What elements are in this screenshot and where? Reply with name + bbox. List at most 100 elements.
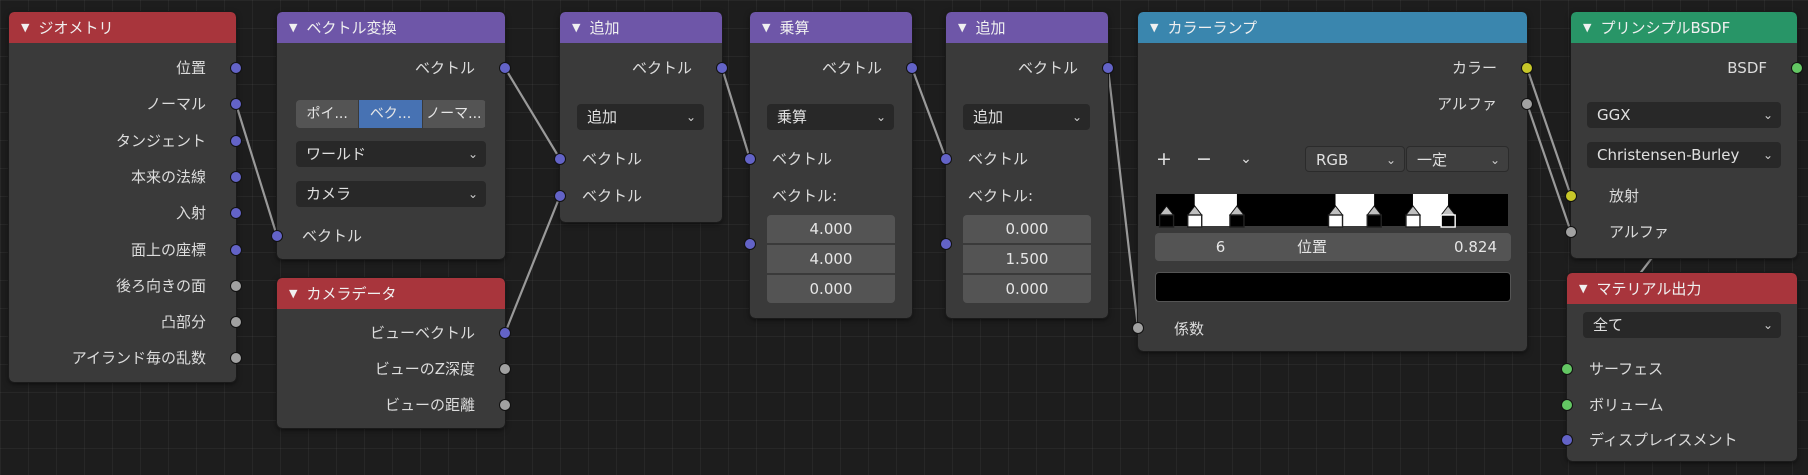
vector-multiply-node[interactable]: ▼ 乗算 ベクトル 乗算 ⌄ ベクトル ベクトル: 4.000 4.000 0.… <box>749 11 913 319</box>
alpha-output-socket[interactable] <box>1521 98 1533 110</box>
surface-input-socket[interactable] <box>1561 363 1573 375</box>
true-normal-socket[interactable] <box>230 171 242 183</box>
collapse-icon[interactable]: ▼ <box>289 21 297 34</box>
vector-output-socket[interactable] <box>1102 62 1114 74</box>
collapse-icon[interactable]: ▼ <box>1579 282 1587 295</box>
convert-from-dropdown[interactable]: ワールド ⌄ <box>296 141 486 167</box>
geometry-node-header[interactable]: ▼ ジオメトリ <box>9 12 236 43</box>
add-node-header[interactable]: ▼ 追加 <box>560 12 722 43</box>
material-output-node[interactable]: ▼ マテリアル出力 全て ⌄ サーフェス ボリューム ディスプレイスメント <box>1566 272 1798 462</box>
normal-socket[interactable] <box>230 98 242 110</box>
alpha-input-socket[interactable] <box>1565 226 1577 238</box>
vector-y-field[interactable]: 4.000 <box>767 245 895 273</box>
color-ramp-node[interactable]: ▼ カラーランプ カラー アルファ + − ⌄ RGB ⌄ 一定 ⌄ 6 位置 … <box>1137 11 1528 352</box>
type-normal-button[interactable]: ノーマ... <box>422 100 486 128</box>
add-node-header[interactable]: ▼ 追加 <box>946 12 1108 43</box>
vector-input-socket-b[interactable] <box>744 238 756 250</box>
type-vector-button[interactable]: ベク... <box>359 100 423 128</box>
collapse-icon[interactable]: ▼ <box>762 21 770 34</box>
collapse-icon[interactable]: ▼ <box>572 21 580 34</box>
vector-input-socket-b[interactable] <box>940 238 952 250</box>
chevron-down-icon: ⌄ <box>1240 151 1252 167</box>
vector-input-socket-a[interactable] <box>940 153 952 165</box>
material-output-node-header[interactable]: ▼ マテリアル出力 <box>1567 273 1797 304</box>
input-label: ベクトル <box>582 187 643 205</box>
view-z-depth-socket[interactable] <box>499 363 511 375</box>
vector-add-node-1[interactable]: ▼ 追加 ベクトル 追加 ⌄ ベクトル ベクトル <box>559 11 723 223</box>
vector-transform-node[interactable]: ▼ ベクトル変換 ベクトル ポイ... ベク... ノーマ... ワールド ⌄ … <box>276 11 506 260</box>
position-socket[interactable] <box>230 62 242 74</box>
stop-position-field[interactable]: 位置 0.824 <box>1271 233 1511 261</box>
tangent-socket[interactable] <box>230 135 242 147</box>
collapse-icon[interactable]: ▼ <box>1583 21 1591 34</box>
distribution-dropdown[interactable]: GGX ⌄ <box>1587 102 1781 128</box>
type-point-button[interactable]: ポイ... <box>296 100 360 128</box>
color-mode-dropdown[interactable]: RGB ⌄ <box>1305 146 1405 172</box>
incoming-socket[interactable] <box>230 207 242 219</box>
output-label: アルファ <box>1437 95 1497 113</box>
ramp-menu-button[interactable]: ⌄ <box>1230 146 1262 172</box>
plus-icon: + <box>1156 148 1172 170</box>
node-title: ベクトル変換 <box>306 19 397 37</box>
camera-data-node[interactable]: ▼ カメラデータ ビューベクトル ビューのZ深度 ビューの距離 <box>276 277 506 429</box>
operation-dropdown[interactable]: 追加 ⌄ <box>963 104 1090 130</box>
node-title: 追加 <box>975 19 1006 37</box>
remove-stop-button[interactable]: − <box>1188 146 1220 172</box>
collapse-icon[interactable]: ▼ <box>1150 21 1158 34</box>
vector-z-field[interactable]: 0.000 <box>767 275 895 303</box>
vector-x-field[interactable]: 0.000 <box>963 215 1091 243</box>
color-output-socket[interactable] <box>1521 62 1533 74</box>
multiply-node-header[interactable]: ▼ 乗算 <box>750 12 912 43</box>
node-title: プリンシプルBSDF <box>1600 19 1731 37</box>
principled-node-header[interactable]: ▼ プリンシプルBSDF <box>1571 12 1797 43</box>
link-alpha-to-alpha <box>1525 102 1573 234</box>
vector-input-socket[interactable] <box>271 230 283 242</box>
vector-label: ベクトル: <box>772 187 838 205</box>
collapse-icon[interactable]: ▼ <box>21 21 29 34</box>
vector-transform-node-header[interactable]: ▼ ベクトル変換 <box>277 12 505 43</box>
subsurface-method-dropdown[interactable]: Christensen-Burley ⌄ <box>1587 142 1781 168</box>
vector-z-field[interactable]: 0.000 <box>963 275 1091 303</box>
field-label: 位置 <box>1297 238 1328 256</box>
parametric-socket[interactable] <box>230 244 242 256</box>
convert-to-dropdown[interactable]: カメラ ⌄ <box>296 181 486 207</box>
bsdf-output-socket[interactable] <box>1791 62 1803 74</box>
target-dropdown[interactable]: 全て ⌄ <box>1583 312 1781 338</box>
camera-data-node-header[interactable]: ▼ カメラデータ <box>277 278 505 309</box>
geometry-node[interactable]: ▼ ジオメトリ 位置 ノーマル タンジェント 本来の法線 入射 面上の座標 後ろ… <box>8 11 237 383</box>
volume-input-socket[interactable] <box>1561 399 1573 411</box>
vector-output-socket[interactable] <box>716 62 728 74</box>
backfacing-socket[interactable] <box>230 280 242 292</box>
emission-input-socket[interactable] <box>1565 190 1577 202</box>
vector-input-socket-b[interactable] <box>554 190 566 202</box>
displacement-input-socket[interactable] <box>1561 434 1573 446</box>
color-ramp-node-header[interactable]: ▼ カラーランプ <box>1138 12 1527 43</box>
link-normal-to-vector <box>234 102 279 238</box>
transform-type-selector[interactable]: ポイ... ベク... ノーマ... <box>296 100 486 128</box>
factor-input-socket[interactable] <box>1132 322 1144 334</box>
vector-input-socket-a[interactable] <box>554 153 566 165</box>
vector-y-field[interactable]: 1.500 <box>963 245 1091 273</box>
operation-dropdown[interactable]: 乗算 ⌄ <box>767 104 894 130</box>
interpolation-dropdown[interactable]: 一定 ⌄ <box>1406 146 1509 172</box>
pointiness-socket[interactable] <box>230 316 242 328</box>
random-per-island-socket[interactable] <box>230 352 242 364</box>
active-stop-index-field[interactable]: 6 <box>1155 233 1286 261</box>
node-title: ジオメトリ <box>38 19 114 37</box>
color-ramp-gradient[interactable] <box>1156 182 1508 234</box>
collapse-icon[interactable]: ▼ <box>958 21 966 34</box>
view-vector-socket[interactable] <box>499 327 511 339</box>
vector-output-socket[interactable] <box>499 62 511 74</box>
operation-dropdown[interactable]: 追加 ⌄ <box>577 104 704 130</box>
vector-input-socket-a[interactable] <box>744 153 756 165</box>
principled-bsdf-node[interactable]: ▼ プリンシプルBSDF BSDF GGX ⌄ Christensen-Burl… <box>1570 11 1798 259</box>
view-distance-socket[interactable] <box>499 399 511 411</box>
collapse-icon[interactable]: ▼ <box>289 287 297 300</box>
active-stop-color-swatch[interactable] <box>1155 272 1511 302</box>
input-label: ベクトル <box>302 227 363 245</box>
vector-x-field[interactable]: 4.000 <box>767 215 895 243</box>
output-label: 後ろ向きの面 <box>115 277 206 295</box>
vector-add-node-2[interactable]: ▼ 追加 ベクトル 追加 ⌄ ベクトル ベクトル: 0.000 1.500 0.… <box>945 11 1109 319</box>
vector-output-socket[interactable] <box>906 62 918 74</box>
add-stop-button[interactable]: + <box>1148 146 1180 172</box>
